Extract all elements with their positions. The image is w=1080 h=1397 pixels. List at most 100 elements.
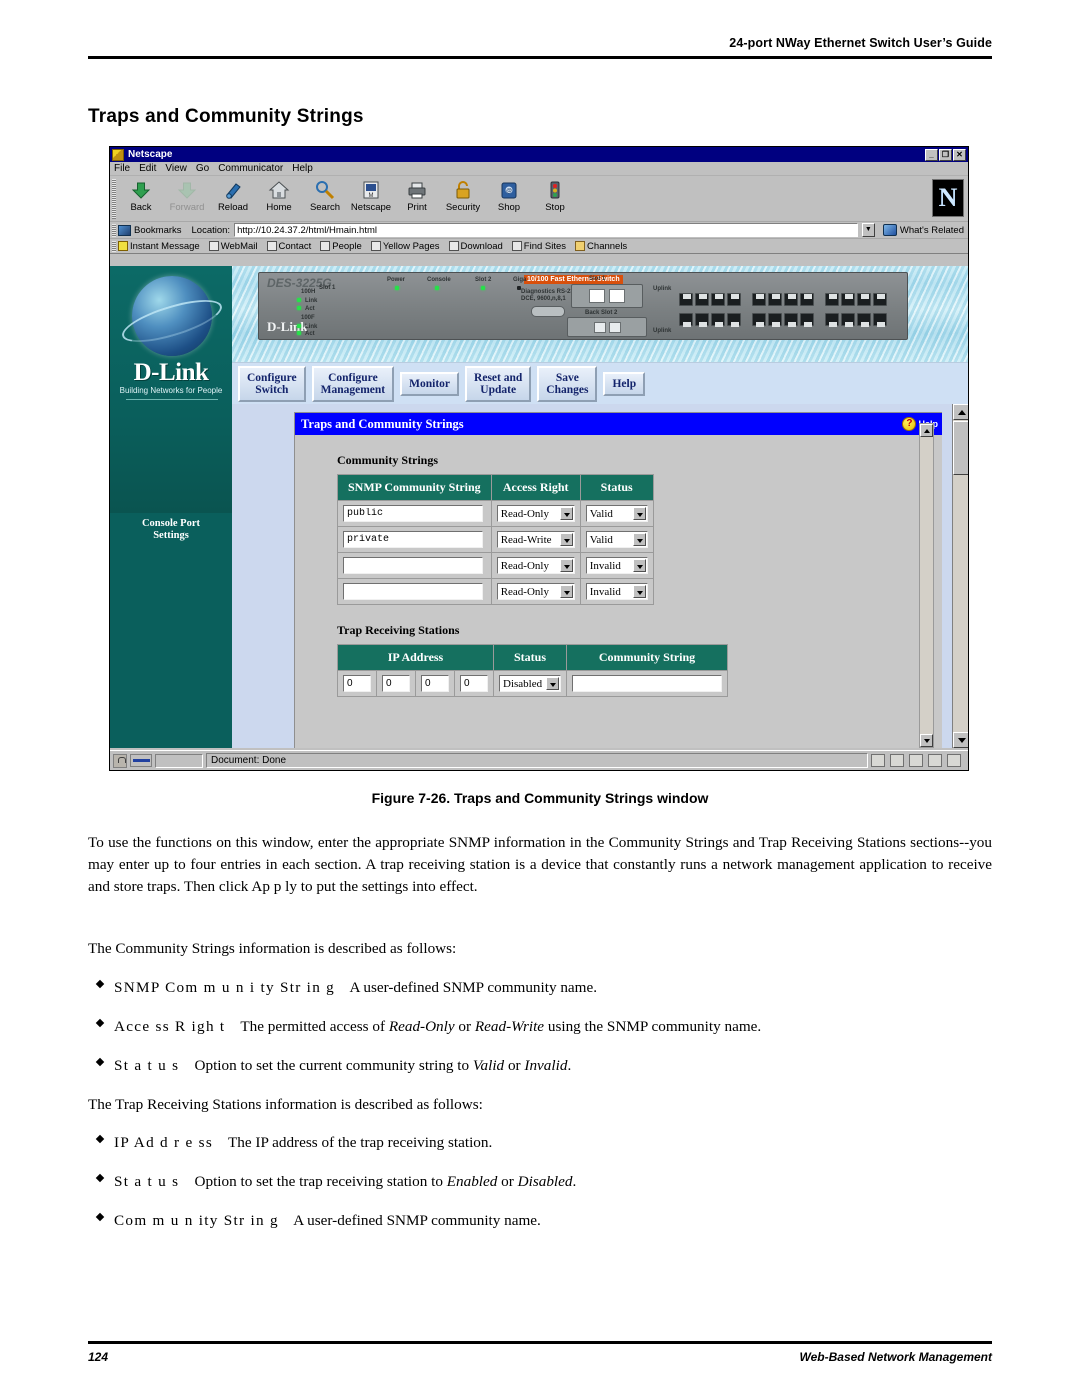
personal-item-yellow-pages[interactable]: Yellow Pages [370, 241, 440, 252]
ip-octet-input[interactable] [421, 675, 449, 692]
cell-community-string [337, 578, 492, 605]
personal-item-download[interactable]: Download [448, 241, 503, 252]
security-lock-icon[interactable] [113, 753, 127, 768]
scrollbar-thumb[interactable] [953, 421, 968, 475]
toolbar-netscape-button[interactable]: M Netscape [348, 179, 394, 213]
main-nav-bar: Configure Switch Configure Management Mo… [232, 362, 968, 404]
toolbar-print-button[interactable]: Print [394, 179, 440, 213]
toolbar-security-button[interactable]: Security [440, 179, 486, 213]
device-slot1-module [571, 284, 643, 308]
toolbar-shop-button[interactable]: @ Shop [486, 179, 532, 213]
personal-item-channels[interactable]: Channels [575, 241, 627, 252]
access-right-select[interactable]: Read-Write [496, 531, 575, 548]
stop-light-icon [544, 179, 566, 201]
community-string-input[interactable] [343, 505, 483, 522]
cell-ip-octet-4 [454, 670, 494, 697]
menu-file[interactable]: File [114, 163, 130, 174]
ip-octet-input[interactable] [460, 675, 488, 692]
device-led-act-top [297, 306, 301, 310]
page-vertical-scrollbar[interactable] [952, 404, 968, 748]
nav-help-button[interactable]: Help [603, 371, 646, 396]
nav-configure-switch-button[interactable]: Configure Switch [238, 365, 306, 402]
mailbox-icon[interactable] [890, 754, 904, 767]
nav-monitor-button[interactable]: Monitor [400, 371, 460, 396]
access-right-value: Read-Only [500, 585, 549, 598]
toolbar-grip[interactable] [112, 179, 116, 219]
bookmarks-button[interactable]: Bookmarks [118, 224, 182, 236]
page-icon [266, 241, 277, 251]
newsgroup-icon[interactable] [909, 754, 923, 767]
trap-community-string-input[interactable] [572, 675, 722, 692]
community-string-input[interactable] [343, 583, 483, 600]
bullet-term: St a t u s [114, 1173, 180, 1190]
close-button[interactable]: ✕ [953, 148, 966, 161]
menu-help[interactable]: Help [292, 163, 313, 174]
composer-icon[interactable] [947, 754, 961, 767]
bullet-desc: A user-defined SNMP community name. [349, 979, 598, 996]
ip-octet-input[interactable] [382, 675, 410, 692]
personal-item-instant-message[interactable]: Instant Message [118, 241, 200, 252]
sidebar-item-console-port-settings[interactable]: Console Port Settings [110, 518, 232, 542]
bullet-diamond-icon [95, 1018, 105, 1028]
location-toolbar-grip[interactable] [112, 224, 116, 237]
toolbar-search-button[interactable]: Search [302, 179, 348, 213]
toolbar-forward-button[interactable]: Forward [164, 179, 210, 213]
status-select[interactable]: Invalid [585, 583, 648, 600]
personal-item-contact[interactable]: Contact [266, 240, 312, 252]
menu-edit[interactable]: Edit [139, 163, 156, 174]
personal-item-find-sites[interactable]: Find Sites [511, 241, 566, 252]
toolbar-back-button[interactable]: Back [118, 179, 164, 213]
personal-item-label: Contact [278, 240, 312, 252]
scroll-up-icon[interactable] [953, 404, 968, 420]
cell-community-string [337, 526, 492, 553]
bookmarks-label: Bookmarks [134, 224, 182, 236]
nav-reset-update-button[interactable]: Reset and Update [465, 365, 532, 402]
cell-trap-community [566, 670, 728, 697]
scroll-up-icon[interactable] [920, 424, 933, 437]
back-arrow-icon [130, 179, 152, 201]
community-string-input[interactable] [343, 531, 483, 548]
toolbar-stop-button[interactable]: Stop [532, 179, 578, 213]
menu-view[interactable]: View [165, 163, 187, 174]
status-select[interactable]: Valid [585, 531, 648, 548]
whats-related-button[interactable]: What's Related [879, 224, 968, 236]
url-input[interactable]: http://10.24.37.2/html/Hmain.html [234, 223, 858, 237]
restore-button[interactable]: ❐ [939, 148, 952, 161]
device-slot2-label: Back Slot 2 [585, 310, 618, 316]
svg-text:@: @ [506, 189, 512, 195]
device-port [825, 293, 839, 306]
nav-configure-management-button[interactable]: Configure Management [311, 365, 395, 402]
trap-status-select[interactable]: Disabled [499, 675, 561, 692]
status-value: Valid [589, 533, 613, 546]
scroll-down-icon[interactable] [953, 732, 968, 748]
nav-save-changes-button[interactable]: Save Changes [537, 365, 598, 402]
device-port [784, 313, 798, 327]
toolbar-reload-button[interactable]: Reload [210, 179, 256, 213]
bullet-diamond-icon [95, 1173, 105, 1183]
panel-scrollbar[interactable] [919, 423, 934, 748]
connection-icon[interactable] [130, 754, 152, 767]
menu-communicator[interactable]: Communicator [218, 163, 283, 174]
personal-item-people[interactable]: People [320, 241, 362, 252]
personal-item-webmail[interactable]: WebMail [208, 241, 258, 252]
ip-octet-input[interactable] [343, 675, 371, 692]
navigator-icon[interactable] [871, 754, 885, 767]
traps-panel: Traps and Community Strings ? Help Commu… [294, 412, 942, 748]
scroll-down-icon[interactable] [920, 734, 933, 747]
personal-toolbar-grip[interactable] [112, 241, 116, 252]
menu-go[interactable]: Go [196, 163, 209, 174]
netscape-logo-icon[interactable]: N [932, 179, 964, 217]
status-select[interactable]: Invalid [585, 557, 648, 574]
svg-text:M: M [369, 193, 374, 199]
address-book-icon[interactable] [928, 754, 942, 767]
access-right-select[interactable]: Read-Only [496, 505, 575, 522]
url-dropdown-icon[interactable]: ▼ [861, 223, 875, 237]
device-port [727, 313, 741, 327]
minimize-button[interactable]: _ [925, 148, 938, 161]
toolbar-home-button[interactable]: Home [256, 179, 302, 213]
access-right-select[interactable]: Read-Only [496, 557, 575, 574]
status-select[interactable]: Valid [585, 505, 648, 522]
community-string-input[interactable] [343, 557, 483, 574]
location-label: Location: [191, 224, 231, 236]
access-right-select[interactable]: Read-Only [496, 583, 575, 600]
